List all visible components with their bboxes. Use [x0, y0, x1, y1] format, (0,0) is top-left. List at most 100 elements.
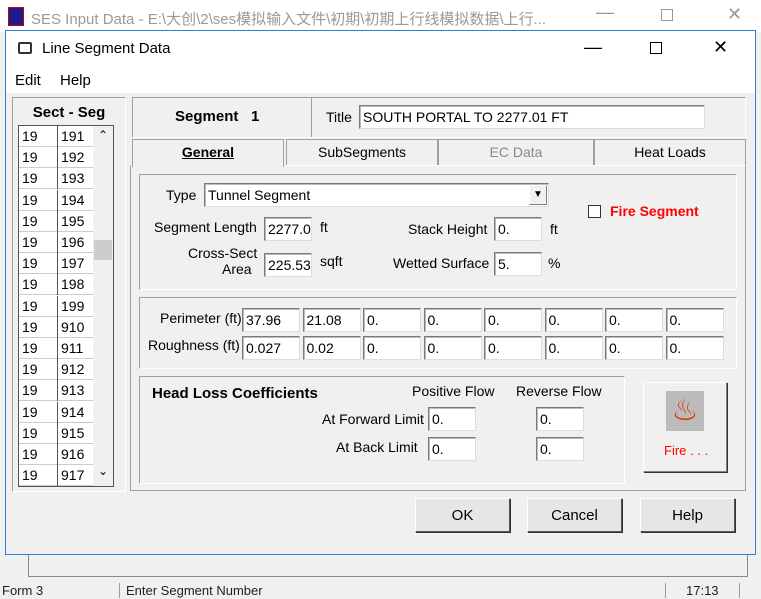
list-item[interactable]: 19 195 — [19, 210, 93, 232]
status-message: Enter Segment Number — [119, 583, 263, 598]
outer-title-bar: SES Input Data - E:\大创\2\ses模拟输入文件\初期\初期… — [0, 0, 761, 32]
wetted-surface-input[interactable]: 5. — [494, 252, 542, 276]
close-icon[interactable]: ✕ — [727, 4, 742, 25]
segment-list-frame: Sect - Seg 19 191 19 192 19 193 19 194 19 195 19 19… — [12, 97, 126, 492]
list-item[interactable]: 19 917 — [19, 465, 93, 486]
ses-app-icon — [8, 7, 24, 26]
segment-list[interactable]: 19 191 19 192 19 193 19 194 19 195 19 196 19 197 19 198… — [18, 125, 114, 487]
roughness-input[interactable]: 0. — [544, 336, 603, 360]
maximize-icon[interactable] — [661, 9, 673, 21]
list-item[interactable]: 19 916 — [19, 444, 93, 465]
properties-group: Type Tunnel Segment ▼ Fire Segment Segme… — [139, 174, 737, 290]
perimeter-input[interactable]: 37.96 — [242, 308, 300, 332]
list-item[interactable]: 19 198 — [19, 274, 93, 296]
list-item[interactable]: 19 199 — [19, 295, 93, 317]
perimeter-input[interactable]: 0. — [665, 308, 724, 332]
list-item[interactable]: 19 197 — [19, 253, 93, 275]
perimeter-input[interactable]: 21.08 — [302, 308, 361, 332]
sect-cell: 19 — [22, 467, 38, 484]
scroll-down-icon[interactable]: ⌄ — [98, 464, 108, 478]
seg-cell: 196 — [61, 234, 85, 250]
wetted-surface-unit: % — [548, 255, 561, 271]
sect-cell: 19 — [22, 403, 38, 420]
seg-cell: 193 — [61, 170, 85, 187]
seg-cell: 911 — [61, 340, 84, 356]
positive-flow-label: Positive Flow — [412, 383, 495, 399]
list-item[interactable]: 19 192 — [19, 147, 93, 169]
back-reverse-input[interactable]: 0. — [536, 437, 584, 461]
minimize-icon[interactable]: — — [584, 37, 602, 58]
roughness-input[interactable]: 0. — [665, 336, 724, 360]
title-label: Title — [326, 109, 352, 125]
list-item[interactable]: 19 912 — [19, 359, 93, 381]
stack-height-input[interactable]: 0. — [494, 217, 542, 241]
perimeter-input[interactable]: 0. — [484, 308, 542, 332]
ok-button[interactable]: OK — [415, 498, 510, 532]
sect-cell: 19 — [22, 234, 38, 250]
fire-button[interactable]: ♨ Fire . . . — [643, 382, 727, 472]
list-item[interactable]: 19 910 — [19, 316, 93, 338]
maximize-icon[interactable] — [650, 42, 662, 54]
list-item[interactable]: 19 196 — [19, 232, 93, 253]
roughness-input[interactable]: 0.027 — [242, 336, 300, 360]
close-icon[interactable]: ✕ — [713, 37, 728, 58]
sect-cell: 19 — [22, 446, 38, 462]
seg-cell: 912 — [61, 361, 85, 378]
list-item[interactable]: 19 911 — [19, 338, 93, 359]
sect-cell: 19 — [22, 340, 38, 356]
stack-height-unit: ft — [550, 221, 558, 237]
tab-heat-loads[interactable]: Heat Loads — [594, 139, 746, 165]
type-select[interactable]: Tunnel Segment ▼ — [204, 183, 549, 207]
perimeter-input[interactable]: 0. — [544, 308, 603, 332]
cross-sect-area-label: Area — [222, 261, 252, 277]
sect-cell: 19 — [22, 318, 38, 335]
segment-length-input[interactable]: 2277.0 — [264, 217, 312, 241]
roughness-input[interactable]: 0. — [423, 336, 482, 360]
perimeter-input[interactable]: 0. — [363, 308, 421, 332]
sect-cell: 19 — [22, 424, 38, 441]
seg-cell: 917 — [61, 467, 85, 484]
fire-segment-label[interactable]: Fire Segment — [610, 203, 699, 219]
back-limit-label: At Back Limit — [336, 439, 418, 455]
forward-positive-input[interactable]: 0. — [428, 407, 476, 431]
segment-header: Segment 1 Title SOUTH PORTAL TO 2277.01 … — [132, 97, 746, 138]
fire-button-label: Fire . . . — [664, 443, 709, 458]
list-item[interactable]: 19 191 — [19, 126, 93, 147]
scroll-thumb[interactable] — [94, 240, 112, 260]
reverse-flow-label: Reverse Flow — [516, 383, 602, 399]
roughness-input[interactable]: 0. — [605, 336, 663, 360]
forward-reverse-input[interactable]: 0. — [536, 407, 584, 431]
roughness-input[interactable]: 0. — [363, 336, 421, 360]
sect-cell: 19 — [22, 255, 38, 272]
status-bar: Form 3 Enter Segment Number 17:13 — [0, 583, 761, 599]
list-item[interactable]: 19 915 — [19, 422, 93, 444]
outer-window-title: SES Input Data - E:\大创\2\ses模拟输入文件\初期\初期… — [31, 11, 547, 28]
minimize-icon[interactable]: — — [596, 2, 614, 23]
list-item[interactable]: 19 193 — [19, 168, 93, 190]
perimeter-input[interactable]: 0. — [605, 308, 663, 332]
cross-sect-unit: sqft — [320, 253, 343, 269]
perimeter-input[interactable]: 0. — [423, 308, 482, 332]
fire-segment-checkbox[interactable] — [588, 205, 601, 218]
back-positive-input[interactable]: 0. — [428, 437, 476, 461]
cancel-button[interactable]: Cancel — [527, 498, 622, 532]
dropdown-arrow-icon[interactable]: ▼ — [529, 185, 547, 205]
tab-subsegments[interactable]: SubSegments — [286, 139, 438, 165]
tab-ec-data[interactable]: EC Data — [438, 139, 594, 165]
menu-help[interactable]: Help — [60, 72, 91, 89]
seg-cell: 916 — [61, 446, 85, 462]
roughness-input[interactable]: 0. — [484, 336, 542, 360]
list-item[interactable]: 19 913 — [19, 380, 93, 402]
tab-panel: Type Tunnel Segment ▼ Fire Segment Segme… — [130, 165, 746, 491]
seg-cell: 194 — [61, 191, 85, 208]
title-input[interactable]: SOUTH PORTAL TO 2277.01 FT — [359, 105, 705, 129]
roughness-input[interactable]: 0.02 — [302, 336, 361, 360]
cross-sect-input[interactable]: 225.53 — [264, 253, 312, 277]
scroll-up-icon[interactable]: ⌃ — [98, 128, 108, 142]
list-item[interactable]: 19 914 — [19, 401, 93, 423]
help-button[interactable]: Help — [640, 498, 735, 532]
tab-general[interactable]: General — [132, 139, 284, 167]
list-item[interactable]: 19 194 — [19, 189, 93, 211]
menu-edit[interactable]: Edit — [15, 72, 41, 89]
list-scrollbar[interactable]: ⌃ ⌄ — [93, 126, 113, 486]
